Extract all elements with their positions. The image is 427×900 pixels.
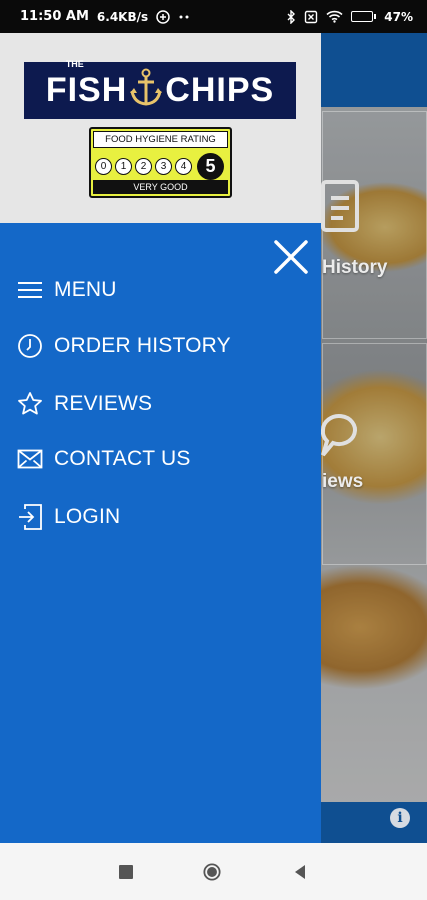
hygiene-scale: 012345	[95, 153, 224, 180]
document-icon	[321, 180, 359, 232]
envelope-icon	[17, 446, 43, 472]
menu-item-reviews[interactable]: REVIEWS	[0, 381, 321, 427]
more-notifications-icon	[178, 14, 190, 20]
menu-item-label: ORDER HISTORY	[54, 334, 231, 357]
hygiene-score-0: 0	[95, 158, 112, 175]
status-bar: 11:50 AM 6.4KB/s 47%	[0, 0, 427, 33]
menu-item-label: LOGIN	[54, 505, 121, 528]
system-navigation-bar	[0, 843, 427, 900]
status-time: 11:50 AM	[20, 9, 89, 24]
hygiene-score-4: 4	[175, 158, 192, 175]
hygiene-score-3: 3	[155, 158, 172, 175]
hygiene-score-1: 1	[115, 158, 132, 175]
menu-item-contact-us[interactable]: CONTACT US	[0, 436, 321, 482]
recent-apps-button[interactable]	[117, 863, 135, 881]
menu-item-order-history[interactable]: ORDER HISTORY	[0, 323, 321, 369]
login-icon	[17, 504, 43, 530]
food-hygiene-rating-badge: FOOD HYGIENE RATING 012345 VERY GOOD	[89, 127, 232, 198]
circle-icon	[203, 863, 221, 881]
background-reviews-label: iews	[322, 471, 364, 492]
menu-item-login[interactable]: LOGIN	[0, 494, 321, 540]
wifi-icon	[326, 10, 343, 23]
vpn-icon	[156, 9, 170, 24]
home-button[interactable]	[203, 863, 221, 881]
no-sim-icon	[304, 10, 318, 24]
menu-item-menu[interactable]: MENU	[0, 267, 321, 313]
battery-percentage: 47%	[384, 9, 413, 24]
network-speed: 6.4KB/s	[96, 9, 149, 24]
logo-the-text: THE	[65, 58, 84, 69]
anchor-icon	[129, 67, 163, 115]
logo-fish-text: FISH	[45, 71, 128, 109]
navigation-drawer: THE FISH CHIPS FOOD HYGIENE RATING 01234…	[0, 33, 321, 843]
drawer-menu-panel: MENU ORDER HISTORY REVIEWS CONTACT US LO…	[0, 223, 321, 843]
star-icon	[17, 391, 43, 417]
battery-icon	[351, 11, 377, 22]
background-history-label: History	[322, 257, 388, 278]
chat-bubble-icon	[320, 414, 357, 457]
back-button[interactable]	[291, 863, 309, 881]
menu-item-label: CONTACT US	[54, 447, 191, 470]
bluetooth-icon	[286, 9, 296, 24]
menu-item-label: MENU	[54, 278, 117, 301]
hygiene-score-selected: 5	[197, 153, 224, 180]
menu-item-label: REVIEWS	[54, 392, 153, 415]
fish-and-chips-logo: THE FISH CHIPS	[24, 58, 296, 119]
hygiene-verdict: VERY GOOD	[93, 180, 228, 194]
hamburger-icon	[17, 277, 43, 303]
background-order-history-tile[interactable]	[321, 111, 427, 339]
background-reviews-tile[interactable]	[320, 343, 427, 565]
hygiene-title: FOOD HYGIENE RATING	[93, 131, 228, 148]
logo-chips-text: CHIPS	[165, 71, 275, 109]
back-triangle-icon	[295, 865, 305, 879]
square-icon	[119, 865, 133, 879]
hygiene-score-2: 2	[135, 158, 152, 175]
drawer-header: THE FISH CHIPS FOOD HYGIENE RATING 01234…	[0, 33, 321, 223]
info-icon[interactable]: i	[390, 808, 410, 828]
clock-icon	[17, 333, 43, 359]
